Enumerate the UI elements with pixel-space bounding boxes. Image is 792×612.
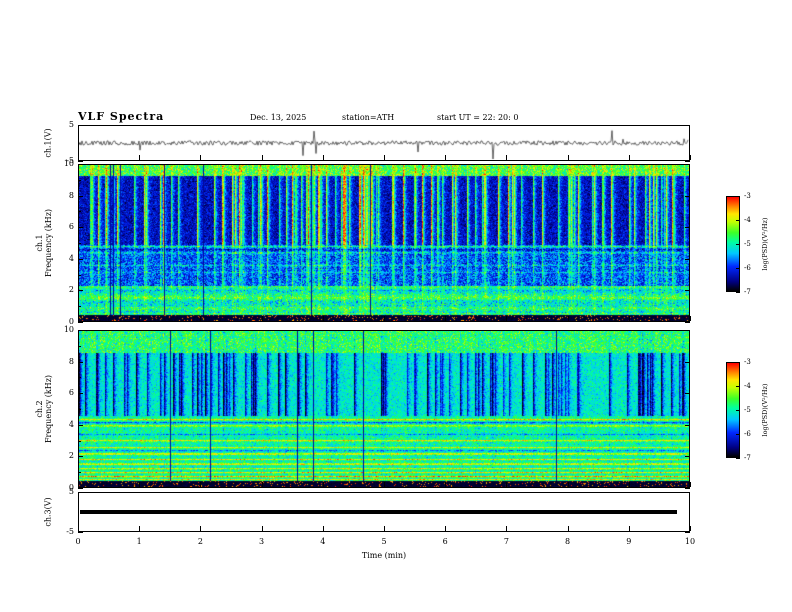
date-label: Dec. 13, 2025 xyxy=(250,113,307,122)
x-tick-label: 2 xyxy=(197,537,203,546)
ch1-spec-ylabel: ch.1 Frequency (kHz) xyxy=(35,209,53,277)
ch2-spec-ylabel-line1: ch.2 xyxy=(35,400,44,418)
x-tick-label: 5 xyxy=(381,537,387,546)
y-tick-label: 5 xyxy=(68,487,74,496)
colorbar-tick xyxy=(736,458,740,459)
ch1-spectrogram-panel xyxy=(78,164,690,322)
y-tick-label: 4 xyxy=(68,419,74,429)
y-tick-label: -5 xyxy=(66,527,74,536)
ch3-waveform-panel xyxy=(78,492,690,532)
x-axis-title: Time (min) xyxy=(361,551,407,560)
x-axis-tick xyxy=(690,155,691,160)
start-ut-label: start UT = 22: 20: 0 xyxy=(437,113,519,122)
ch1-spec-ylabel-line2: Frequency (kHz) xyxy=(44,208,53,278)
colorbar-ch2-label: log(PSD)(V²/Hz) xyxy=(761,383,769,437)
colorbar-tick-label: -3 xyxy=(744,358,751,366)
y-tick-label: 6 xyxy=(68,222,74,232)
ch1-wave-ylabel: ch.1(V) xyxy=(43,128,53,158)
colorbar-ch1 xyxy=(726,196,740,292)
ch1-spec-ylabel-line1: ch.1 xyxy=(35,234,44,252)
y-axis-tick xyxy=(685,532,690,533)
y-tick-label: 2 xyxy=(68,285,74,295)
x-tick-label: 4 xyxy=(320,537,326,546)
x-axis-tick xyxy=(690,526,691,531)
y-tick-label: 8 xyxy=(68,190,74,200)
x-tick-label: 0 xyxy=(75,537,81,546)
figure-title: VLF Spectra xyxy=(78,110,165,123)
y-tick-label: 10 xyxy=(63,159,74,168)
x-axis-tick xyxy=(690,482,691,487)
colorbar-tick xyxy=(736,292,740,293)
y-tick-label: 6 xyxy=(68,388,74,398)
colorbar-tick-label: -4 xyxy=(744,216,751,224)
y-axis-tick xyxy=(685,161,690,162)
y-axis-tick xyxy=(78,532,83,533)
colorbar-tick-label: -3 xyxy=(744,192,751,200)
ch1-waveform-canvas xyxy=(79,126,689,160)
colorbar-ch2 xyxy=(726,362,740,458)
y-axis-tick xyxy=(78,488,83,489)
ch2-spec-ylabel-line2: Frequency (kHz) xyxy=(44,374,53,444)
y-tick-label: -5 xyxy=(66,156,74,165)
y-tick-label: 2 xyxy=(68,451,74,461)
colorbar-tick-label: -7 xyxy=(744,288,751,296)
y-tick-label: 0 xyxy=(68,483,74,492)
y-axis-tick xyxy=(685,488,690,489)
y-tick-label: 10 xyxy=(63,325,74,334)
y-axis-tick xyxy=(685,322,690,323)
y-axis-tick xyxy=(78,161,83,162)
ch3-flatline xyxy=(80,510,677,514)
colorbar-tick-label: -7 xyxy=(744,454,751,462)
ch2-spectrogram-panel xyxy=(78,330,690,488)
colorbar-tick-label: -6 xyxy=(744,430,751,438)
colorbar-tick-label: -6 xyxy=(744,264,751,272)
ch1-waveform-panel xyxy=(78,125,690,161)
x-tick-label: 7 xyxy=(503,537,509,546)
y-tick-label: 4 xyxy=(68,253,74,263)
colorbar-tick-label: -4 xyxy=(744,382,751,390)
vlf-spectra-figure: VLF Spectra Dec. 13, 2025 station=ATH st… xyxy=(0,0,792,612)
colorbar-ch1-label: log(PSD)(V²/Hz) xyxy=(761,217,769,271)
y-tick-label: 5 xyxy=(68,120,74,129)
x-tick-label: 9 xyxy=(626,537,632,546)
station-label: station=ATH xyxy=(342,113,395,122)
ch2-spec-ylabel: ch.2 Frequency (kHz) xyxy=(35,375,53,443)
ch2-spectrogram-canvas xyxy=(79,331,689,487)
y-tick-label: 0 xyxy=(68,317,74,326)
x-tick-label: 8 xyxy=(565,537,571,546)
x-axis-tick xyxy=(690,316,691,321)
y-axis-tick xyxy=(78,322,83,323)
ch1-spectrogram-canvas xyxy=(79,165,689,321)
x-tick-label: 3 xyxy=(259,537,265,546)
ch3-wave-ylabel: ch.3(V) xyxy=(43,497,53,527)
x-tick-label: 1 xyxy=(136,537,142,546)
y-tick-label: 8 xyxy=(68,356,74,366)
x-tick-label: 10 xyxy=(684,537,696,546)
colorbar-tick-label: -5 xyxy=(744,240,751,248)
colorbar-tick-label: -5 xyxy=(744,406,751,414)
x-tick-label: 6 xyxy=(442,537,448,546)
